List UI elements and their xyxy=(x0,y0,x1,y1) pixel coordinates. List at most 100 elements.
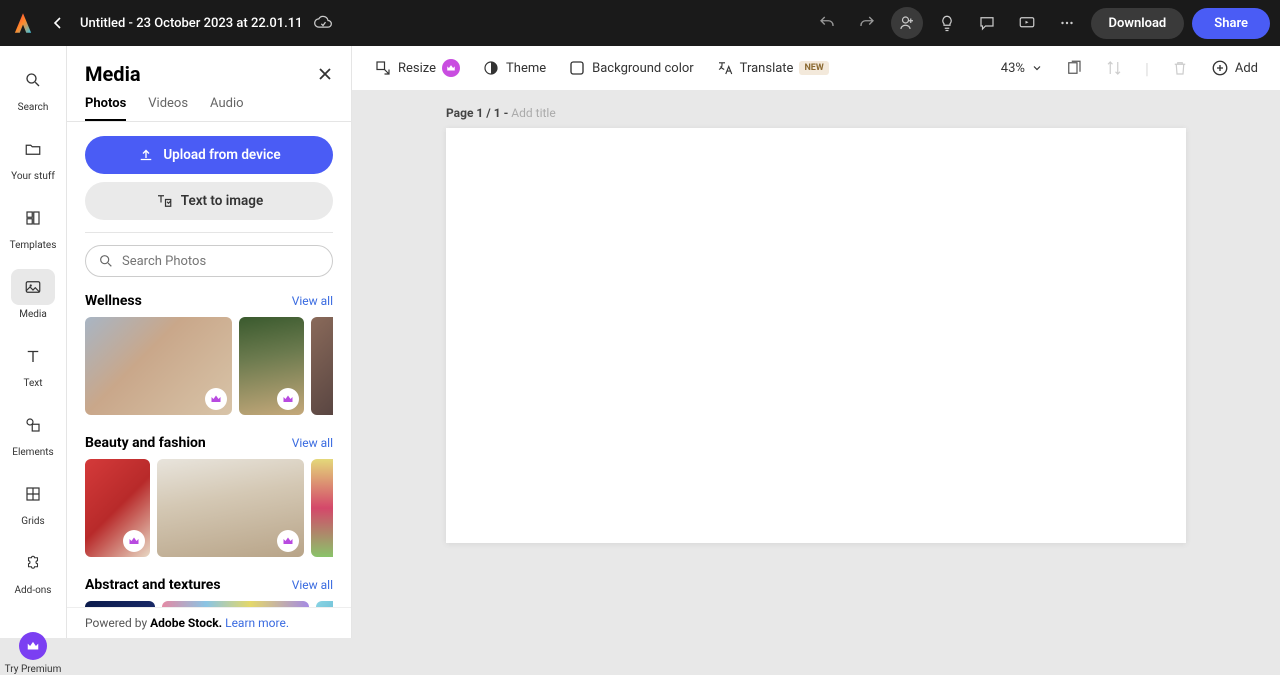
download-button[interactable]: Download xyxy=(1091,8,1185,39)
media-panel: Media Photos Videos Audio Upload from de… xyxy=(67,46,352,638)
rail-elements[interactable]: Elements xyxy=(0,407,66,458)
search-icon xyxy=(24,71,42,89)
back-button[interactable] xyxy=(46,11,70,35)
rail-label: Your stuff xyxy=(11,171,55,182)
canvas-toolbar: Resize Theme Background color Translate … xyxy=(352,46,1280,90)
tab-photos[interactable]: Photos xyxy=(85,96,126,121)
premium-badge xyxy=(123,530,145,552)
photo-thumb[interactable] xyxy=(85,601,155,607)
photo-thumb[interactable] xyxy=(85,459,150,557)
delete-page-button[interactable] xyxy=(1171,59,1189,77)
photo-thumb[interactable] xyxy=(311,459,333,557)
resize-button[interactable]: Resize xyxy=(374,59,460,77)
learn-more-link[interactable]: Learn more. xyxy=(225,616,289,630)
user-plus-icon xyxy=(898,14,916,32)
category-title: Abstract and textures xyxy=(85,577,221,593)
rail-label: Try Premium xyxy=(5,664,62,675)
addon-icon xyxy=(24,554,42,572)
translate-label: Translate xyxy=(740,61,794,76)
comment-button[interactable] xyxy=(971,7,1003,39)
crown-icon xyxy=(210,393,222,405)
translate-button[interactable]: Translate NEW xyxy=(716,59,829,77)
text-icon xyxy=(24,347,42,365)
photo-thumb[interactable] xyxy=(311,317,333,415)
panel-title: Media xyxy=(85,62,141,86)
more-options-button[interactable] xyxy=(1051,7,1083,39)
view-all-wellness[interactable]: View all xyxy=(292,294,333,308)
crown-icon xyxy=(282,535,294,547)
templates-icon xyxy=(24,209,42,227)
rail-try-premium[interactable]: Try Premium xyxy=(0,632,66,675)
page-canvas[interactable] xyxy=(446,128,1186,543)
tab-videos[interactable]: Videos xyxy=(148,96,188,121)
photo-thumb[interactable] xyxy=(85,317,232,415)
rail-templates[interactable]: Templates xyxy=(0,200,66,251)
upload-from-device-button[interactable]: Upload from device xyxy=(85,136,333,174)
grid-icon xyxy=(24,485,42,503)
thumbs-beauty xyxy=(85,459,333,557)
rail-label: Elements xyxy=(12,447,53,458)
hint-button[interactable] xyxy=(931,7,963,39)
rail-addons[interactable]: Add-ons xyxy=(0,545,66,596)
rail-search[interactable]: Search xyxy=(0,62,66,113)
document-title[interactable]: Untitled - 23 October 2023 at 22.01.11 xyxy=(80,16,303,31)
redo-button[interactable] xyxy=(851,7,883,39)
tab-audio[interactable]: Audio xyxy=(210,96,243,121)
background-color-button[interactable]: Background color xyxy=(568,59,694,77)
view-all-abstract[interactable]: View all xyxy=(292,578,333,592)
photo-thumb[interactable] xyxy=(157,459,304,557)
cloud-sync-icon[interactable] xyxy=(313,13,333,33)
crown-icon xyxy=(128,535,140,547)
present-icon xyxy=(1018,14,1036,32)
left-rail: Search Your stuff Templates Media Text E… xyxy=(0,46,67,638)
rail-label: Grids xyxy=(21,516,44,527)
share-button[interactable]: Share xyxy=(1192,8,1270,39)
theme-button[interactable]: Theme xyxy=(482,59,546,77)
category-header-beauty: Beauty and fashion View all xyxy=(85,435,333,451)
reorder-button[interactable] xyxy=(1105,59,1123,77)
close-panel-button[interactable] xyxy=(317,66,333,82)
divider xyxy=(85,232,333,233)
chevron-left-icon xyxy=(50,15,66,31)
text-to-image-button[interactable]: Text to image xyxy=(85,182,333,220)
rect-icon xyxy=(568,59,586,77)
trash-icon xyxy=(1171,59,1189,77)
photo-thumb[interactable] xyxy=(316,601,333,607)
crown-icon xyxy=(282,393,294,405)
shapes-icon xyxy=(24,416,42,434)
upload-icon xyxy=(137,146,155,164)
undo-button[interactable] xyxy=(811,7,843,39)
duplicate-page-button[interactable] xyxy=(1065,59,1083,77)
photo-thumb[interactable] xyxy=(239,317,304,415)
rail-label: Text xyxy=(23,378,42,389)
present-button[interactable] xyxy=(1011,7,1043,39)
invite-collaborator-button[interactable] xyxy=(891,7,923,39)
photo-thumb[interactable] xyxy=(162,601,309,607)
new-badge: NEW xyxy=(799,61,828,75)
page-indicator[interactable]: Page 1 / 1 - Add title xyxy=(446,106,1280,120)
view-all-beauty[interactable]: View all xyxy=(292,436,333,450)
rail-label: Media xyxy=(19,309,47,320)
search-photos-box[interactable] xyxy=(85,245,333,277)
resize-icon xyxy=(374,59,392,77)
workspace: Resize Theme Background color Translate … xyxy=(352,46,1280,638)
page-number: Page 1 / 1 - xyxy=(446,106,511,120)
rail-grids[interactable]: Grids xyxy=(0,476,66,527)
category-title: Beauty and fashion xyxy=(85,435,206,451)
add-page-button[interactable]: Add xyxy=(1211,59,1258,77)
search-icon xyxy=(98,253,114,269)
media-icon xyxy=(24,278,42,296)
header-left: Untitled - 23 October 2023 at 22.01.11 xyxy=(10,10,333,36)
resize-label: Resize xyxy=(398,61,436,76)
rail-text[interactable]: Text xyxy=(0,338,66,389)
translate-icon xyxy=(716,59,734,77)
close-icon xyxy=(317,66,333,82)
canvas-area[interactable]: Page 1 / 1 - Add title xyxy=(352,90,1280,638)
zoom-dropdown[interactable]: 43% xyxy=(1001,61,1043,76)
rail-media[interactable]: Media xyxy=(0,269,66,320)
plus-circle-icon xyxy=(1211,59,1229,77)
thumbs-wellness xyxy=(85,317,333,415)
rail-your-stuff[interactable]: Your stuff xyxy=(0,131,66,182)
search-photos-input[interactable] xyxy=(122,254,320,269)
duplicate-icon xyxy=(1065,59,1083,77)
